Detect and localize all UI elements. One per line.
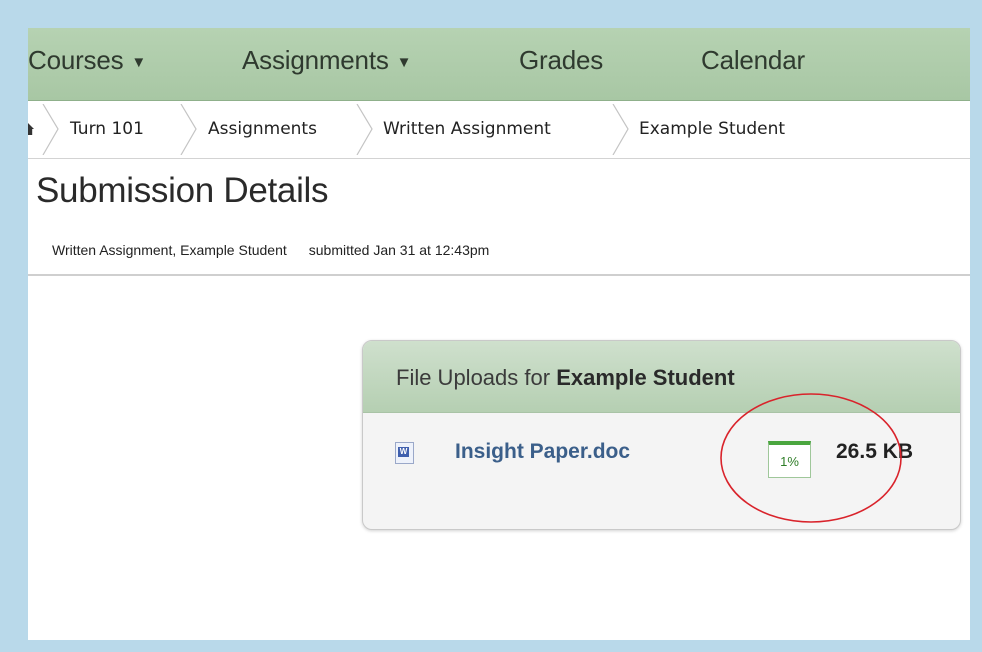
nav-courses[interactable]: Courses ▼ — [28, 45, 146, 76]
caret-down-icon: ▼ — [131, 54, 147, 71]
breadcrumb-assignment[interactable]: Written Assignment — [383, 119, 551, 139]
page-frame: Courses ▼ Assignments ▼ Grades Calendar Tu… — [28, 28, 970, 640]
breadcrumb-course[interactable]: Turn 101 — [70, 119, 144, 139]
nav-assignments-label: Assignments — [242, 45, 389, 75]
breadcrumb-separator-icon — [356, 104, 373, 155]
breadcrumb: Turn 101 Assignments Written Assignment … — [28, 101, 970, 159]
page-title: Submission Details — [36, 171, 329, 210]
nav-grades[interactable]: Grades — [519, 45, 603, 76]
file-uploads-student: Example Student — [556, 365, 735, 390]
nav-assignments[interactable]: Assignments ▼ — [242, 45, 411, 76]
file-download-link[interactable]: Insight Paper.doc — [455, 440, 630, 464]
word-doc-icon: W — [395, 442, 414, 464]
divider — [28, 274, 970, 276]
file-uploads-title: File Uploads for Example Student — [396, 365, 735, 391]
nav-calendar-label: Calendar — [701, 45, 805, 75]
home-icon[interactable] — [28, 123, 34, 135]
breadcrumb-separator-icon — [42, 104, 59, 155]
file-uploads-header: File Uploads for Example Student — [363, 341, 960, 413]
caret-down-icon: ▼ — [396, 54, 412, 71]
file-uploads-card: File Uploads for Example Student W Insig… — [362, 340, 961, 530]
nav-calendar[interactable]: Calendar — [701, 45, 805, 76]
file-size: 26.5 KB — [836, 440, 914, 463]
nav-grades-label: Grades — [519, 45, 604, 75]
similarity-score-value: 1% — [780, 454, 799, 469]
breadcrumb-separator-icon — [612, 104, 629, 155]
breadcrumb-assignments[interactable]: Assignments — [208, 119, 317, 139]
assignment-student-label: Written Assignment, Example Student — [52, 242, 287, 258]
nav-courses-label: Courses — [28, 45, 124, 75]
breadcrumb-student[interactable]: Example Student — [639, 119, 785, 139]
breadcrumb-separator-icon — [180, 104, 197, 155]
similarity-score-badge[interactable]: 1% — [768, 441, 811, 478]
submission-info: Written Assignment, Example Student submi… — [52, 242, 489, 258]
submitted-timestamp: submitted Jan 31 at 12:43pm — [308, 242, 490, 258]
file-uploads-title-prefix: File Uploads for — [396, 365, 557, 390]
top-nav: Courses ▼ Assignments ▼ Grades Calendar — [28, 28, 970, 101]
